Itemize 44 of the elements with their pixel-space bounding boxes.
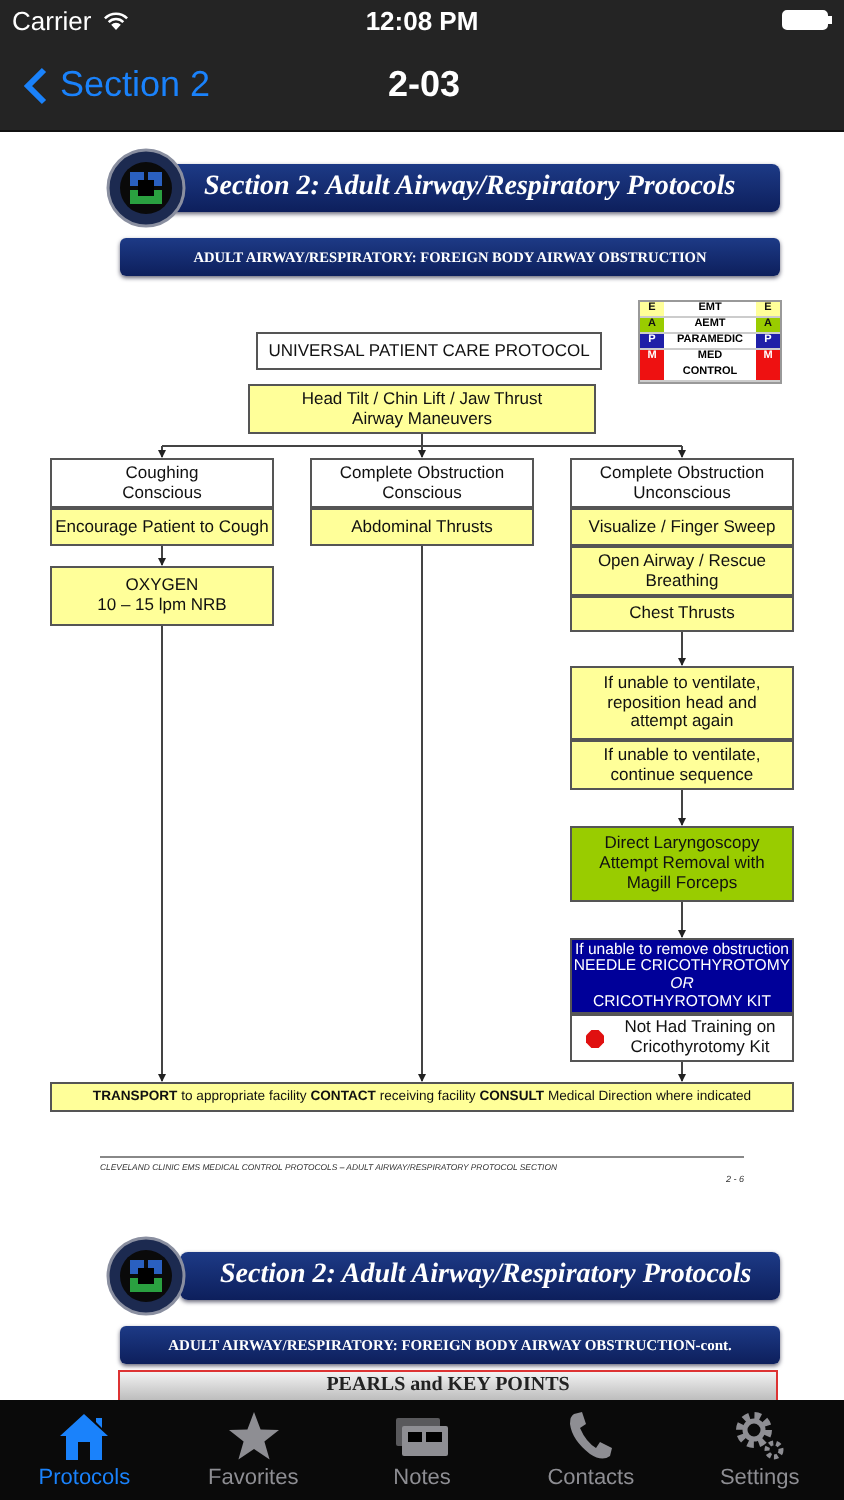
tab-item[interactable]: Protocols: [0, 1400, 169, 1500]
node-text: Abdominal Thrusts: [351, 517, 493, 537]
node-text: Direct Laryngoscopy Attempt Removal with Magill Forceps: [599, 834, 765, 894]
connector-arrow: [678, 789, 686, 826]
connector-arrow: [158, 545, 166, 566]
star-icon: [225, 1410, 282, 1462]
node-text: If unable to ventilate, reposition head and attempt again: [603, 673, 761, 733]
wifi-icon: [101, 10, 130, 30]
connector-arrow: [158, 445, 166, 458]
emblem-icon: [106, 147, 186, 227]
node-text: Not Had Training on Cricothyrotomy Kit: [624, 1018, 778, 1058]
emblem-icon: [106, 1235, 186, 1315]
node-text: Chest Thrusts: [629, 604, 735, 624]
node-text: Complete Obstruction Conscious: [339, 463, 505, 503]
pearls-heading: PEARLS and KEY POINTS: [326, 1376, 570, 1396]
node-text: Open Airway / Rescue Breathing: [597, 551, 767, 591]
tab-item[interactable]: Notes: [337, 1400, 507, 1500]
node-text: OXYGEN 10 – 15 lpm NRB: [97, 576, 227, 616]
section-title: Section 2: Adult Airway/Respiratory Protocols: [220, 1259, 752, 1291]
tab-item[interactable]: Contacts: [506, 1400, 676, 1500]
battery-icon: [782, 10, 832, 30]
connector-arrow: [678, 631, 686, 666]
tab-item[interactable]: Favorites: [168, 1400, 338, 1500]
node-text: Complete Obstruction Unconscious: [599, 463, 765, 503]
connector-arrow: [418, 445, 426, 458]
connector-arrow: [678, 901, 686, 938]
chevron-left-icon: [24, 65, 48, 105]
carrier-label: Carrier: [12, 5, 92, 35]
settings-icon: [731, 1410, 788, 1462]
tab-item[interactable]: Settings: [675, 1400, 844, 1500]
back-button[interactable]: Section 2: [0, 64, 211, 106]
node-text: Head Tilt / Chin Lift / Jaw Thrust Airway Maneuvers: [301, 389, 543, 429]
house-icon: [56, 1410, 113, 1462]
connector-arrow: [678, 445, 686, 458]
node-text: Visualize / Finger Sweep: [588, 517, 776, 537]
node-text: If unable to ventilate, continue sequence: [603, 745, 761, 785]
clock-time: 12:08 PM: [363, 5, 481, 35]
node-text: UNIVERSAL PATIENT CARE PROTOCOL: [268, 341, 590, 361]
connector-arrow: [678, 1061, 686, 1082]
node-text: Encourage Patient to Cough: [55, 517, 269, 537]
node-text: Coughing Conscious: [122, 463, 202, 503]
page-title: 2-03: [385, 64, 463, 106]
stop-sign-icon: [586, 1029, 604, 1047]
section-title: Section 2: Adult Airway/Respiratory Protocols: [204, 171, 736, 203]
